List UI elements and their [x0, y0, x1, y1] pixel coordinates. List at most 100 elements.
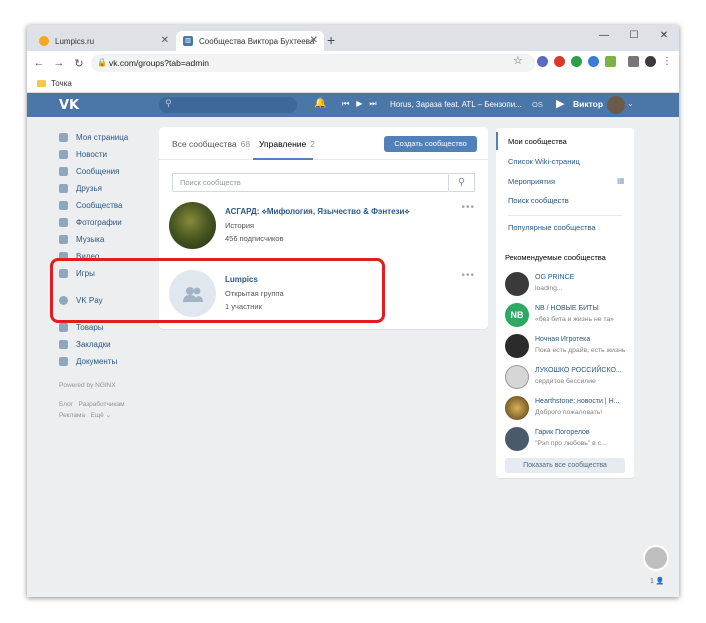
- show-all-communities-button[interactable]: Показать все сообщества: [505, 458, 625, 473]
- recommended-name[interactable]: Hearthstone: новости | Н...: [535, 398, 620, 405]
- recommended-item[interactable]: OG PRINCE loading...: [505, 272, 629, 298]
- nav-item-music[interactable]: Музыка: [59, 231, 159, 248]
- right-menu: Мои сообщества Список Wiki-страниц Мероп…: [496, 128, 634, 265]
- recommended-name[interactable]: OG PRINCE: [535, 274, 574, 281]
- bookmark-item[interactable]: Точка: [51, 79, 72, 88]
- avatar[interactable]: NB: [505, 303, 529, 327]
- search-icon[interactable]: ⚲: [449, 173, 475, 192]
- tab-all-communities[interactable]: Все сообщества 68: [172, 139, 250, 149]
- window-controls: — ☐ ✕: [589, 25, 679, 47]
- recommended-item[interactable]: Гарик Погорелов "Рэп про любовь" в с...: [505, 427, 629, 453]
- tab-title: Сообщества Виктора Бухтеева: [199, 36, 315, 46]
- browser-toolbar: ← → ↻ 🔒 vk.com/groups?tab=admin ☆ ⋮: [27, 51, 679, 75]
- menu-wiki-pages[interactable]: Список Wiki-страниц: [508, 157, 580, 166]
- nav-item-friends[interactable]: Друзья: [59, 180, 159, 197]
- recommended-item[interactable]: NB NB / НОВЫЕ БИТЫ «без бита и жизнь не …: [505, 303, 629, 329]
- prev-icon[interactable]: ⏮: [342, 99, 349, 109]
- more-vert-icon[interactable]: ⋮: [662, 56, 672, 67]
- close-icon[interactable]: ✕: [310, 35, 318, 46]
- communities-tabs: Все сообщества 68 Управление 2 Создать соо…: [159, 127, 488, 160]
- vk-search-input[interactable]: ⚲: [159, 97, 297, 113]
- extension-icon[interactable]: [537, 56, 548, 67]
- avatar[interactable]: [505, 334, 529, 358]
- search-icon: ⚲: [165, 98, 172, 108]
- recommended-name[interactable]: ЛУКОШКО РОССИЙСКО...: [535, 367, 622, 374]
- recommended-name[interactable]: NB / НОВЫЕ БИТЫ: [535, 305, 599, 312]
- chevron-down-icon[interactable]: ⌄: [627, 99, 634, 108]
- recommended-subtitle: Пока есть драйв, есть жизнь: [535, 347, 626, 354]
- track-title[interactable]: Horus, Зараза feat. ATL – Бензопи...: [390, 100, 522, 109]
- more-icon[interactable]: •••: [461, 270, 475, 281]
- forward-icon[interactable]: →: [51, 57, 67, 69]
- nav-item-documents[interactable]: Документы: [59, 353, 159, 370]
- active-indicator: [496, 132, 498, 150]
- menu-popular-communities[interactable]: Популярные сообщества: [508, 223, 596, 232]
- vk-logo[interactable]: VK: [59, 98, 79, 113]
- recommended-item[interactable]: ЛУКОШКО РОССИЙСКО... сердитое бессилие: [505, 365, 629, 391]
- create-community-button[interactable]: Создать сообщество: [384, 136, 477, 152]
- profile-avatar[interactable]: [645, 56, 656, 67]
- recommended-subtitle: "Рэп про любовь" в с...: [535, 440, 607, 447]
- nav-item-communities[interactable]: Сообщества: [59, 197, 159, 214]
- avatar[interactable]: [505, 272, 529, 296]
- vk-favicon-icon: ▥: [183, 36, 193, 46]
- new-tab-icon[interactable]: +: [327, 33, 335, 47]
- next-icon[interactable]: ⏭: [369, 99, 376, 109]
- nav-item-messages[interactable]: Сообщения: [59, 163, 159, 180]
- reload-icon[interactable]: ↻: [71, 57, 87, 70]
- community-category: История: [225, 221, 255, 230]
- folder-icon: [37, 80, 46, 87]
- extension-icon[interactable]: [571, 56, 582, 67]
- calendar-icon[interactable]: ▦: [617, 176, 625, 185]
- more-icon[interactable]: •••: [461, 202, 475, 213]
- menu-my-communities[interactable]: Мои сообщества: [508, 137, 567, 146]
- footer-links[interactable]: Блог Разработчикам: [59, 399, 159, 410]
- nav-label: Сообщества: [76, 201, 123, 210]
- community-avatar[interactable]: [169, 202, 216, 249]
- back-icon[interactable]: ←: [31, 57, 47, 69]
- nav-label: Закладки: [76, 340, 111, 349]
- avatar[interactable]: [505, 427, 529, 451]
- recommended-item[interactable]: Hearthstone: новости | Н... Доброго пожа…: [505, 396, 629, 422]
- community-name[interactable]: АСГАРД: ⟡Мифология, Язычество & Фэнтези⟡: [225, 207, 410, 217]
- play-icon[interactable]: ▶: [356, 99, 362, 109]
- avatar[interactable]: [505, 396, 529, 420]
- avatar[interactable]: [607, 96, 625, 114]
- community-row[interactable]: АСГАРД: ⟡Мифология, Язычество & Фэнтези⟡…: [169, 202, 479, 250]
- bell-icon[interactable]: 🔔: [314, 98, 326, 109]
- news-icon: [59, 150, 68, 159]
- recommended-item[interactable]: Ночная Игротека Пока есть драйв, есть жи…: [505, 334, 629, 360]
- maximize-icon[interactable]: ☐: [619, 25, 649, 47]
- username[interactable]: Виктор: [573, 99, 603, 109]
- avatar[interactable]: [505, 365, 529, 389]
- close-icon[interactable]: ✕: [161, 35, 169, 46]
- bookmark-star-icon[interactable]: ☆: [513, 54, 523, 67]
- minimize-icon[interactable]: —: [589, 25, 619, 47]
- tab-count: 2: [310, 139, 315, 149]
- extension-icon[interactable]: [588, 56, 599, 67]
- browser-tab-active[interactable]: ▥ Сообщества Виктора Бухтеева ✕: [176, 31, 324, 51]
- chat-count[interactable]: 1 👤: [650, 577, 665, 585]
- menu-events[interactable]: Мероприятия: [508, 177, 555, 186]
- community-search-input[interactable]: Поиск сообществ: [172, 173, 449, 192]
- nav-item-bookmarks[interactable]: Закладки: [59, 336, 159, 353]
- address-bar[interactable]: 🔒 vk.com/groups?tab=admin: [91, 54, 535, 72]
- tab-management[interactable]: Управление 2: [259, 139, 315, 149]
- recommended-name[interactable]: Ночная Игротека: [535, 336, 590, 343]
- recommended-name[interactable]: Гарик Погорелов: [535, 429, 590, 436]
- chat-avatar[interactable]: [643, 545, 669, 571]
- extension-icon[interactable]: [554, 56, 565, 67]
- powered-by[interactable]: Powered by NGINX: [59, 380, 159, 391]
- browser-window: Lumpics.ru ✕ ▥ Сообщества Виктора Бухтее…: [27, 25, 679, 597]
- footer-links[interactable]: Реклама Ещё ⌄: [59, 410, 159, 421]
- nav-item-news[interactable]: Новости: [59, 146, 159, 163]
- nav-item-my-page[interactable]: Моя страница: [59, 129, 159, 146]
- vk-header: VK ⚲ 🔔 ⏮ ▶ ⏭ Horus, Зараза feat. ATL – Б…: [27, 93, 679, 117]
- play-icon[interactable]: ▶: [556, 97, 564, 110]
- menu-list-icon[interactable]: [628, 56, 639, 67]
- menu-search-communities[interactable]: Поиск сообществ: [508, 196, 569, 205]
- close-window-icon[interactable]: ✕: [649, 25, 679, 47]
- nav-item-photos[interactable]: Фотографии: [59, 214, 159, 231]
- extension-icon[interactable]: [605, 56, 616, 67]
- browser-tab-lumpics[interactable]: Lumpics.ru ✕: [35, 31, 175, 51]
